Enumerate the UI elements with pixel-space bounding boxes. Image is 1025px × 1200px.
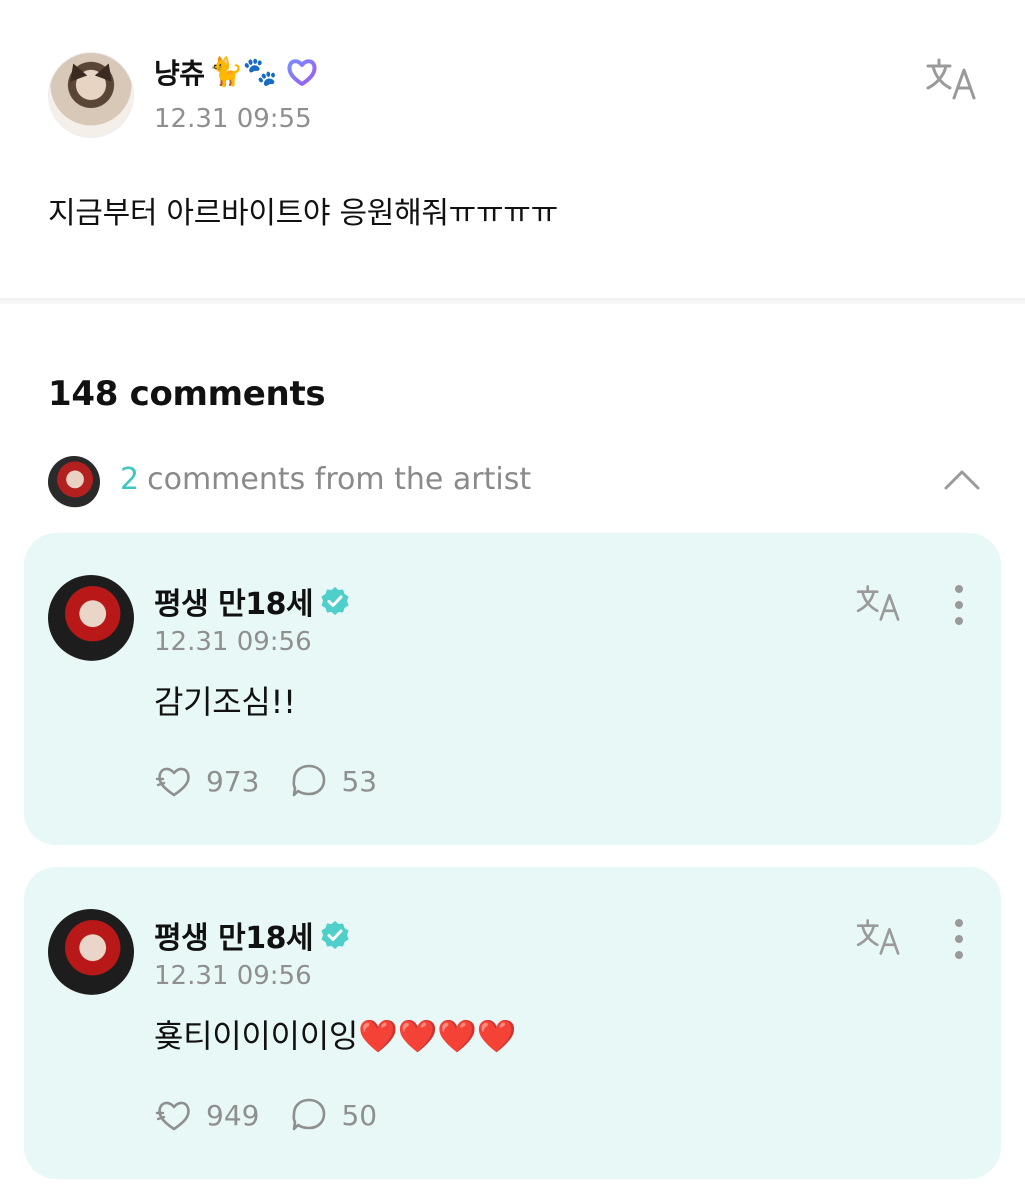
like-count: 973 (206, 764, 260, 798)
post: 냥츄 🐈🐾 12.31 09:55 지금부터 아르바이트야 응원해줘ㅠㅠㅠㅠ (0, 0, 1025, 300)
post-author[interactable]: 냥츄 🐈🐾 (154, 52, 319, 92)
artist-comment-text: comments from the artist (147, 462, 532, 497)
like-button[interactable]: 949 (154, 1095, 259, 1135)
commenter-name-text: 평생 만18세 (154, 921, 314, 956)
translate-icon[interactable] (924, 56, 980, 102)
artist-comment-count: 2 (120, 462, 140, 497)
author-name-text: 냥츄 (154, 57, 205, 90)
translate-icon[interactable] (854, 583, 904, 623)
reply-button[interactable]: 53 (289, 761, 377, 801)
commenter-name[interactable]: 평생 만18세 (154, 579, 351, 623)
artist-comments-toggle[interactable]: 2 comments from the artist (48, 454, 988, 508)
comment-bubble-icon (292, 1098, 326, 1131)
artist-comments-label: 2 comments from the artist (120, 462, 531, 497)
like-button[interactable]: 973 (154, 761, 259, 801)
artist-comment-card: 평생 만18세 12.31 09:56 횾티이이이이잉❤️❤️❤️❤️ 949 (24, 867, 1001, 1179)
reply-count: 53 (341, 764, 378, 798)
comment-timestamp: 12.31 09:56 (154, 961, 312, 991)
artist-comment-card: 평생 만18세 12.31 09:56 감기조심!! 973 53 (24, 533, 1001, 845)
comment-bubble-icon (292, 764, 326, 797)
more-vertical-icon[interactable] (944, 583, 974, 627)
reply-button[interactable]: 50 (289, 1095, 377, 1135)
reply-count: 50 (341, 1098, 378, 1132)
comment-timestamp: 12.31 09:56 (154, 627, 312, 657)
commenter-name-text: 평생 만18세 (154, 587, 314, 622)
chevron-up-icon[interactable] (942, 464, 982, 494)
comment-actions: 949 50 (154, 1095, 407, 1135)
comment-text: 감기조심!! (154, 683, 296, 721)
author-avatar[interactable] (48, 52, 134, 138)
post-body: 지금부터 아르바이트야 응원해줘ㅠㅠㅠㅠ (48, 196, 558, 231)
like-count: 949 (206, 1098, 260, 1132)
commenter-name[interactable]: 평생 만18세 (154, 913, 351, 957)
more-vertical-icon[interactable] (944, 917, 974, 961)
author-emojis: 🐈🐾 (208, 55, 278, 88)
verified-badge-icon (321, 587, 349, 615)
comments-count: 148 comments (48, 374, 326, 414)
translate-icon[interactable] (854, 917, 904, 957)
commenter-avatar[interactable] (48, 575, 134, 661)
heart-like-icon (155, 1101, 190, 1131)
comment-actions: 973 53 (154, 761, 407, 801)
comment-text: 횾티이이이이잉❤️❤️❤️❤️ (154, 1017, 517, 1055)
post-timestamp: 12.31 09:55 (154, 104, 312, 134)
cat-ear-right (94, 60, 118, 82)
cat-ear-left (64, 60, 88, 82)
artist-mini-avatar (48, 456, 100, 508)
membership-badge-icon (287, 59, 317, 86)
verified-badge-icon (321, 921, 349, 949)
section-divider (0, 298, 1025, 304)
commenter-avatar[interactable] (48, 909, 134, 995)
heart-like-icon (155, 767, 190, 797)
